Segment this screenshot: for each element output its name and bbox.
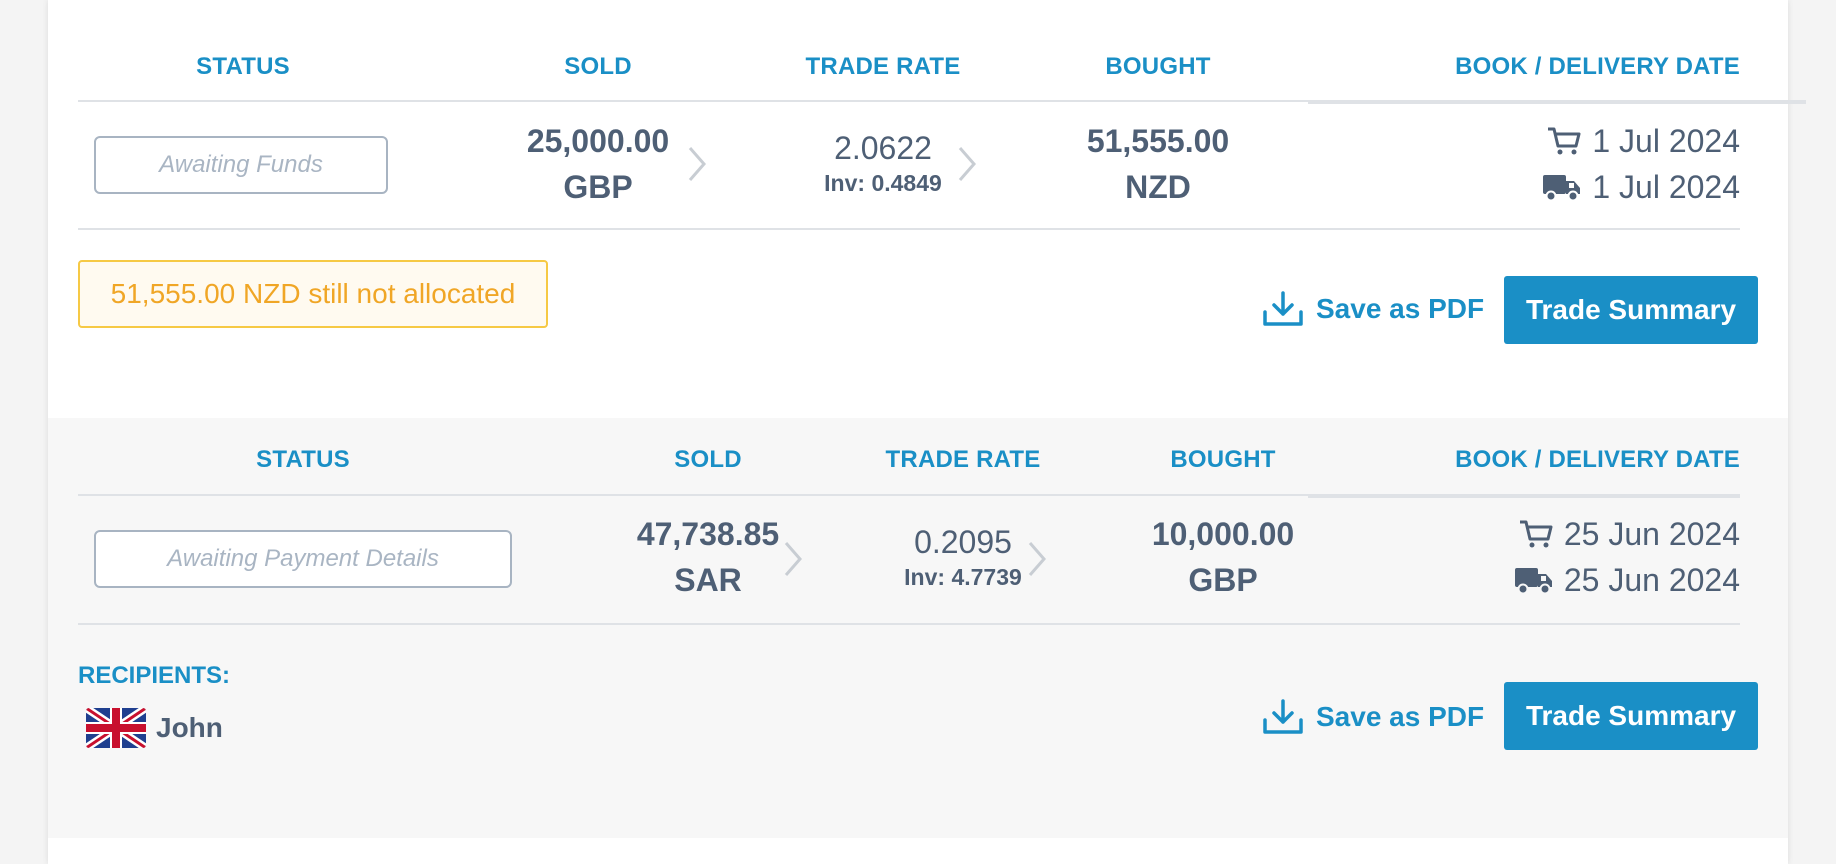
bought-header: BOUGHT (1105, 53, 1211, 80)
recipient-item: John (86, 706, 223, 750)
delivery-date-row: 1 Jul 2024 (1308, 164, 1740, 210)
date-header: BOOK / DELIVERY DATE (1455, 446, 1740, 473)
row-divider (78, 623, 1740, 625)
book-date-row: 25 Jun 2024 (1348, 511, 1740, 557)
chevron-right-icon (958, 147, 976, 181)
trades-panel: STATUS SOLD TRADE RATE BOUGHT BOOK / DEL… (48, 0, 1806, 864)
book-date: 25 Jun 2024 (1563, 515, 1740, 552)
cart-icon (1548, 127, 1581, 155)
trade-rate-header: TRADE RATE (805, 53, 961, 80)
bought-amount: 10,000.00 (1151, 516, 1295, 552)
delivery-date-row: 25 Jun 2024 (1348, 557, 1740, 603)
header-divider (1308, 100, 1806, 104)
sold-currency: SAR (674, 562, 742, 598)
truck-icon (1543, 175, 1581, 202)
download-icon (1263, 699, 1303, 734)
recipient-name: John (156, 712, 223, 743)
bought-header: BOUGHT (1170, 446, 1276, 473)
trade-card: STATUS SOLD TRADE RATE BOUGHT BOOK / DEL… (48, 0, 1806, 418)
chevron-right-icon (688, 147, 706, 181)
status-badge: Awaiting Payment Details (94, 530, 512, 588)
row-divider (78, 228, 1740, 230)
save-pdf-link[interactable]: Save as PDF (1262, 286, 1484, 332)
header-divider (78, 100, 1308, 102)
delivery-date: 1 Jul 2024 (1592, 168, 1740, 205)
trade-summary-button[interactable]: Trade Summary (1504, 682, 1758, 750)
sold-header: SOLD (564, 53, 632, 80)
unallocated-warning: 51,555.00 NZD still not allocated (78, 260, 548, 328)
status-header: STATUS (196, 53, 290, 80)
header-divider (1308, 494, 1740, 498)
status-badge: Awaiting Funds (94, 136, 388, 194)
recipients-label: RECIPIENTS: (78, 662, 231, 689)
sold-header: SOLD (674, 446, 742, 473)
truck-icon (1514, 568, 1552, 595)
bought-currency: NZD (1125, 169, 1191, 205)
cart-icon (1519, 520, 1553, 548)
download-icon (1263, 291, 1303, 326)
trade-summary-button[interactable]: Trade Summary (1504, 276, 1758, 344)
bought-currency: GBP (1188, 562, 1258, 598)
save-pdf-label: Save as PDF (1316, 293, 1485, 324)
header-divider (78, 494, 1308, 496)
trade-rate-header: TRADE RATE (885, 446, 1041, 473)
bought-amount: 51,555.00 (1086, 123, 1230, 159)
chevron-right-icon (1028, 542, 1046, 576)
delivery-date: 25 Jun 2024 (1563, 561, 1740, 598)
chevron-right-icon (784, 542, 802, 576)
book-date: 1 Jul 2024 (1592, 122, 1740, 159)
status-header: STATUS (256, 446, 350, 473)
save-pdf-label: Save as PDF (1316, 701, 1485, 732)
uk-flag-icon (86, 708, 146, 748)
trade-card: STATUS SOLD TRADE RATE BOUGHT BOOK / DEL… (48, 418, 1788, 838)
book-date-row: 1 Jul 2024 (1308, 118, 1740, 164)
save-pdf-link[interactable]: Save as PDF (1262, 694, 1484, 740)
sold-amount: 47,738.85 (636, 516, 780, 552)
date-header: BOOK / DELIVERY DATE (1455, 53, 1740, 80)
